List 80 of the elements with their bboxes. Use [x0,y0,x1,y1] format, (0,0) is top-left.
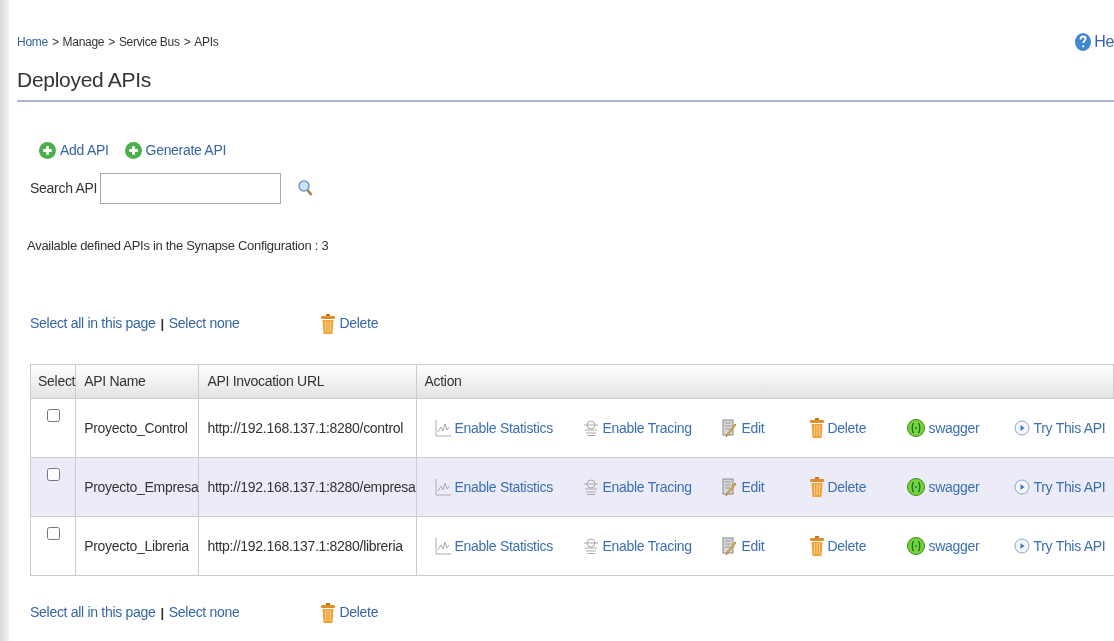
chart-icon [434,537,451,555]
select-all-link[interactable]: Select all in this page [30,602,156,623]
action-link[interactable]: swagger [906,535,980,557]
action-link[interactable]: Delete [809,535,867,557]
action-link[interactable]: Enable Tracing [582,535,692,557]
select-none-link[interactable]: Select none [168,602,240,623]
table-row[interactable]: Proyecto_Libreria http://192.168.137.1:8280/libreria Enable Statistics Enable Tracing Edit Delete swagger Try This API [30,516,1114,576]
checkbox[interactable] [47,409,61,422]
swagger-icon [906,537,925,555]
chart-icon [434,478,451,496]
breadcrumb-separator: > [108,34,115,51]
breadcrumb-item: Manage [62,34,105,51]
swagger-icon [906,478,925,496]
column-header: API Name [75,364,199,399]
table-cell: http://192.168.137.1:8280/libreria [198,516,416,576]
table-cell: http://192.168.137.1:8280/control [198,398,416,458]
edit-icon [721,477,738,497]
action-link[interactable]: Enable Statistics [434,417,553,439]
help-icon [1075,33,1092,51]
action-link[interactable]: Enable Statistics [434,535,553,557]
delete-link[interactable]: Delete [321,313,379,334]
link-separator: | [160,603,164,622]
play-icon [1013,479,1030,495]
breadcrumb-item: APIs [194,34,219,51]
breadcrumb-item: Service Bus [118,34,180,51]
action-link[interactable]: Enable Tracing [582,476,692,498]
breadcrumb-separator: > [51,34,59,51]
search-label: Search API [30,178,98,198]
tracing-icon [582,479,599,495]
swagger-icon [906,419,925,437]
toolbar-link[interactable]: Add API [39,139,109,161]
table-cell: Proyecto_Empresa [75,457,199,517]
table-row[interactable]: Proyecto_Empresa http://192.168.137.1:8280/empresa Enable Statistics Enable Tracing Edit Delete swagger Try This API [30,457,1114,517]
toolbar-link[interactable]: Generate API [124,139,227,161]
play-icon [1013,420,1030,436]
search-field[interactable] [100,172,282,204]
summary-text: Available defined APIs in the Synapse Configuration : 3 [27,236,330,255]
checkbox[interactable] [47,468,61,481]
action-link[interactable]: Enable Tracing [582,417,692,439]
help-link[interactable]: He [1094,30,1114,54]
edit-icon [721,536,738,556]
table-cell: Proyecto_Libreria [75,516,199,576]
action-link[interactable]: Delete [809,476,867,498]
action-link[interactable]: swagger [906,476,980,498]
trash-icon [321,602,336,623]
column-header: API Invocation URL [198,364,416,399]
select-none-link[interactable]: Select none [168,313,240,334]
action-link[interactable]: Try This API [1013,476,1106,498]
trash-icon [809,418,824,438]
action-link[interactable]: Edit [721,476,765,498]
column-header: Select [30,364,76,399]
action-link[interactable]: Try This API [1013,535,1106,557]
delete-link[interactable]: Delete [321,602,379,623]
plus-icon [39,141,57,159]
action-link[interactable]: Edit [721,535,765,557]
action-link[interactable]: swagger [906,417,980,439]
chart-icon [434,419,451,437]
action-link[interactable]: Delete [809,417,867,439]
edit-icon [721,418,738,438]
breadcrumb-link[interactable]: Home [17,33,48,51]
table-row[interactable]: Proyecto_Control http://192.168.137.1:8280/control Enable Statistics Enable Tracing Edit Delete swagger Try This API [30,398,1114,458]
link-separator: | [160,314,164,333]
plus-icon [124,141,142,159]
select-all-link[interactable]: Select all in this page [30,313,156,334]
trash-icon [321,313,336,334]
page-title: Deployed APIs [17,64,1114,102]
action-link[interactable]: Edit [721,417,765,439]
action-link[interactable]: Enable Statistics [434,476,553,498]
search-icon[interactable] [297,179,314,197]
table-cell: Proyecto_Control [75,398,199,458]
column-header: Action [416,364,1114,399]
checkbox[interactable] [47,527,61,540]
tracing-icon [582,538,599,554]
tracing-icon [582,420,599,436]
play-icon [1013,538,1030,554]
breadcrumb-separator: > [183,34,191,51]
action-link[interactable]: Try This API [1013,417,1106,439]
trash-icon [809,536,824,556]
trash-icon [809,477,824,497]
table-cell: http://192.168.137.1:8280/empresa [198,457,416,517]
